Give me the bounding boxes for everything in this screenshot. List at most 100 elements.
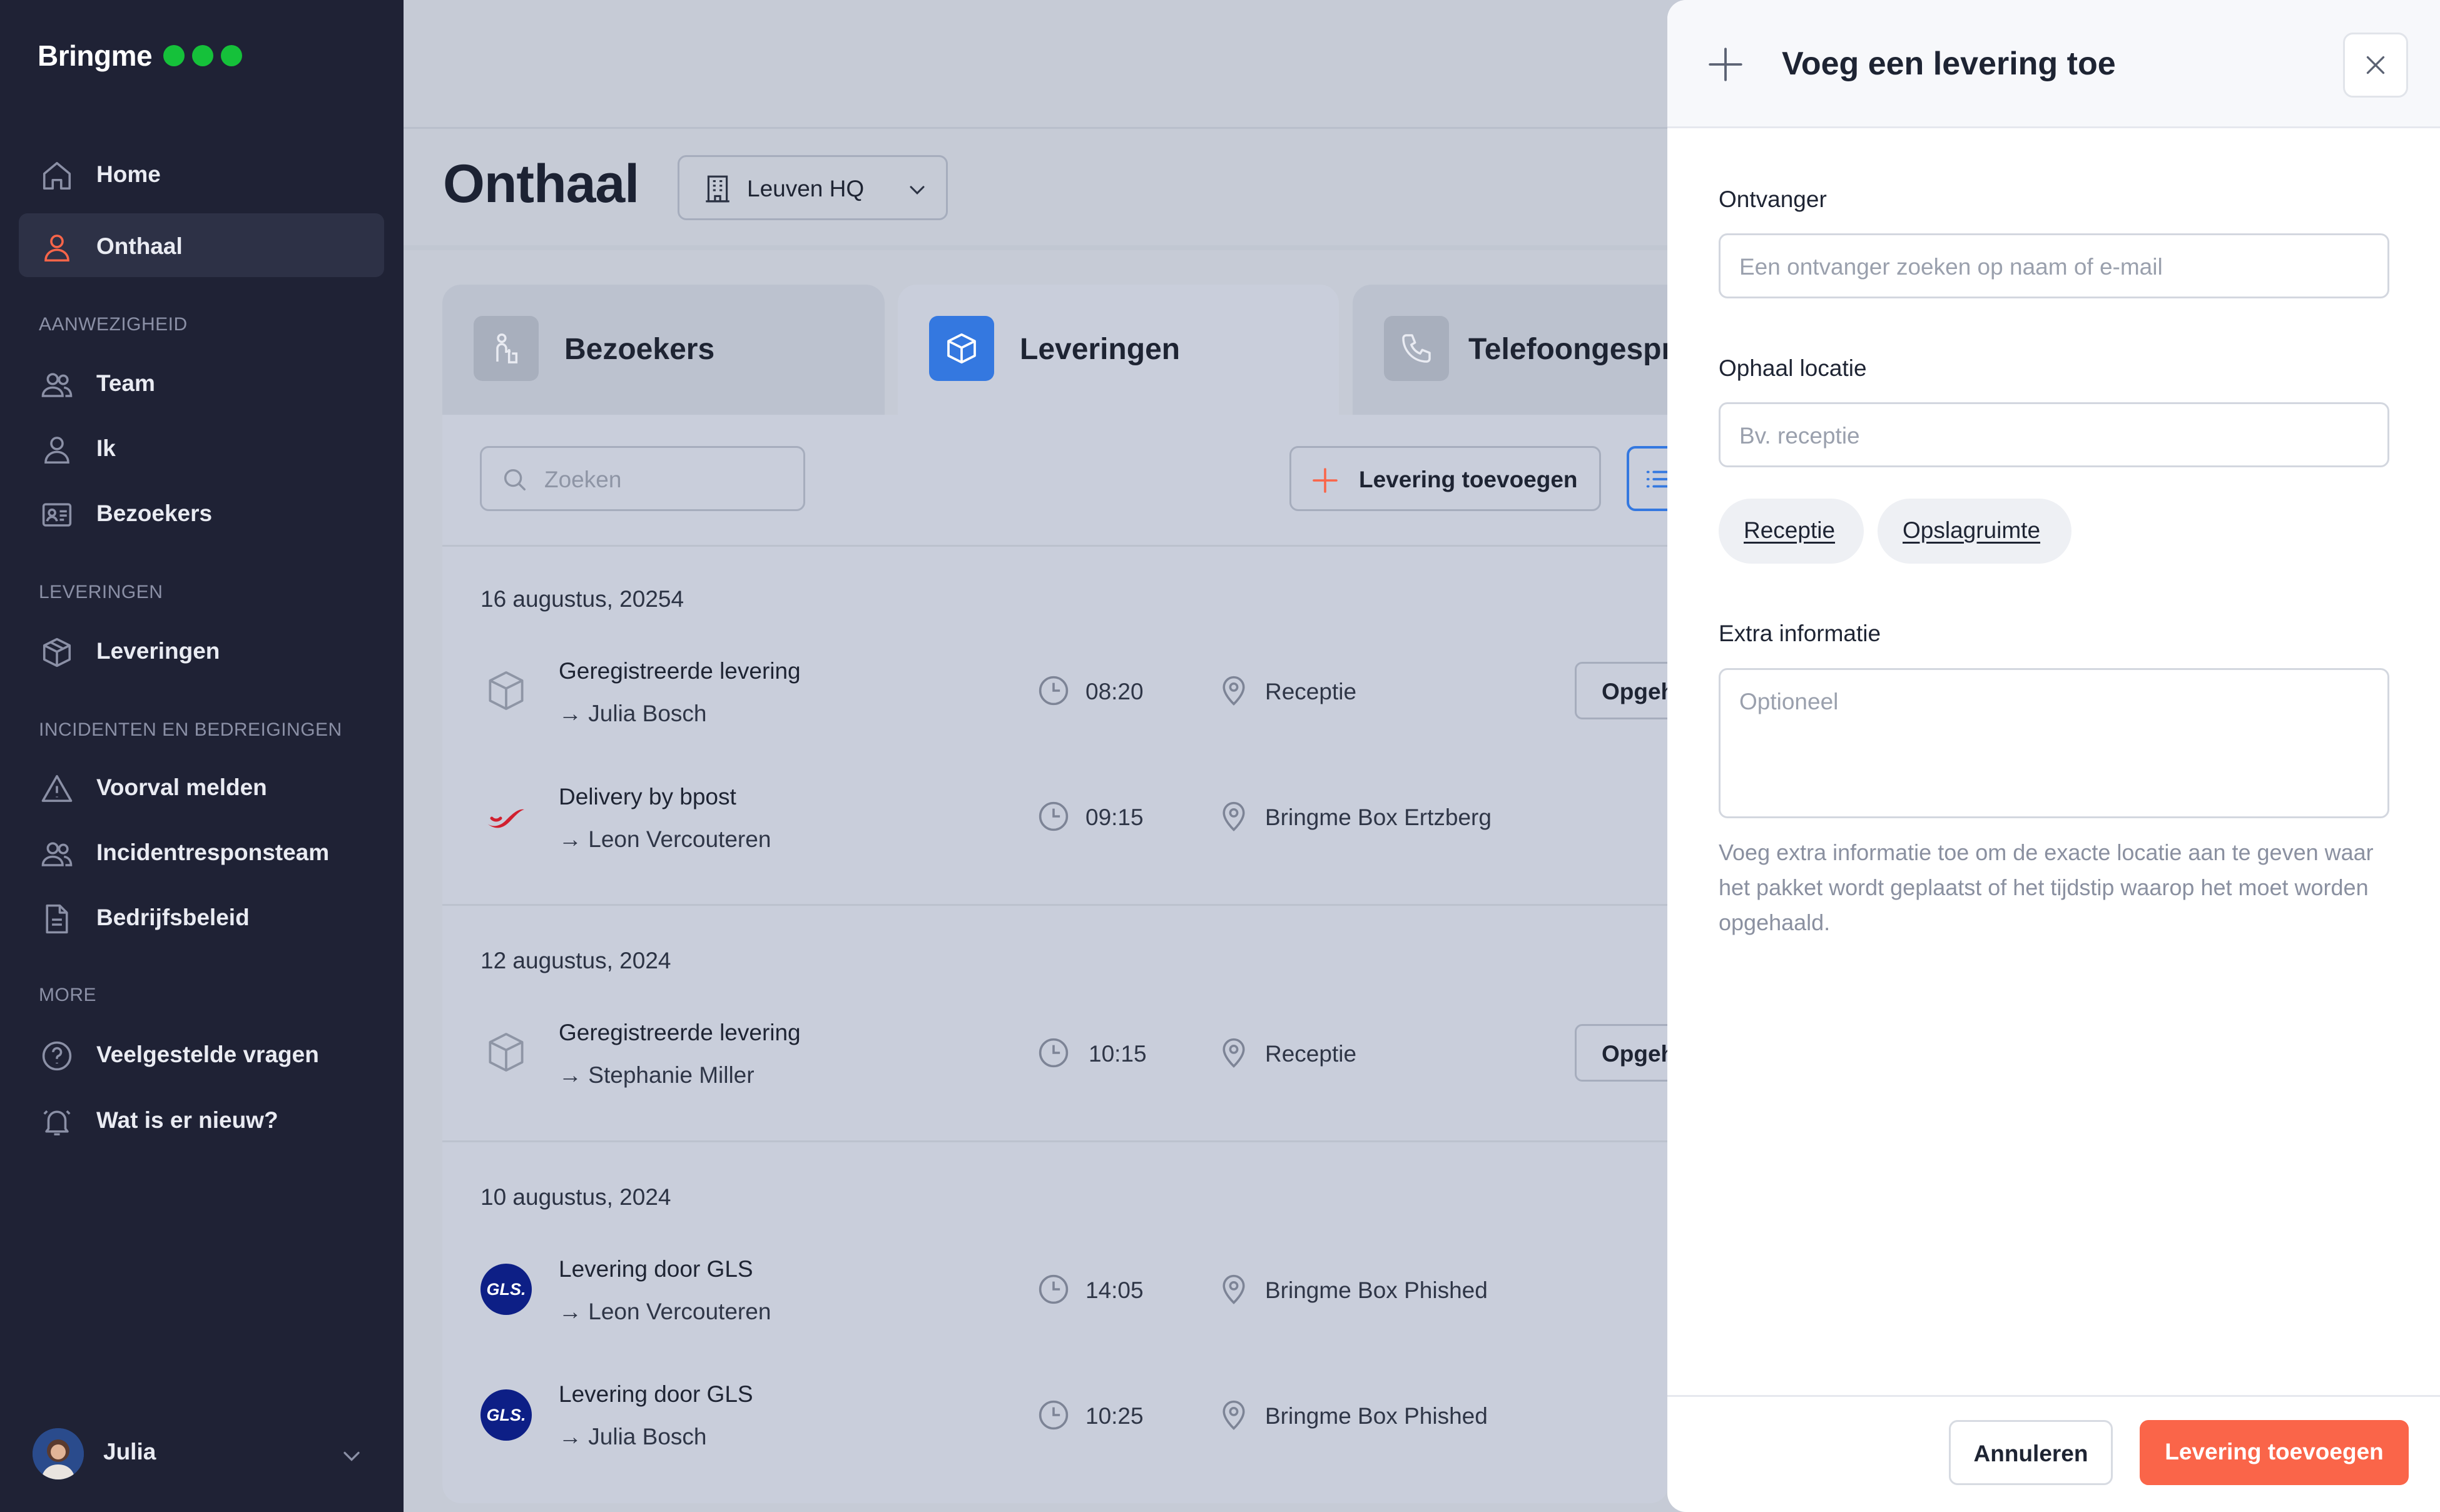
drawer-title: Voeg een levering toe (1782, 46, 2116, 82)
content-band (404, 245, 1667, 250)
visitor-icon (474, 316, 539, 381)
tab-leveringen[interactable]: Leveringen (898, 285, 1339, 415)
tab-bezoekers[interactable]: Bezoekers (442, 285, 885, 415)
sidebar-item-voorval-melden[interactable]: Voorval melden (19, 754, 384, 818)
sidebar-item-home[interactable]: Home (19, 141, 384, 205)
package-icon (480, 1027, 532, 1078)
location-pin-icon (1217, 674, 1251, 708)
sidebar-item-faq[interactable]: Veelgestelde vragen (19, 1022, 384, 1085)
gls-logo-icon: GLS. (480, 1264, 532, 1315)
delivery-time: 09:15 (1085, 804, 1144, 830)
sidebar-item-bezoekers[interactable]: Bezoekers (19, 480, 384, 544)
search-icon (501, 465, 529, 494)
id-card-icon (40, 498, 74, 532)
extra-info-label: Extra informatie (1719, 621, 1881, 646)
extra-info-textarea[interactable]: Optioneel (1719, 668, 2389, 818)
extra-info-placeholder: Optioneel (1739, 689, 1839, 714)
sidebar-item-label: Team (96, 370, 155, 396)
plus-icon (1310, 465, 1340, 495)
tab-label: Bezoekers (564, 333, 715, 366)
delivery-recipient: → Leon Vercouteren (559, 826, 771, 852)
delivery-title: Levering door GLS (559, 1256, 753, 1282)
add-delivery-drawer: Voeg een levering toe Ontvanger Een ontv… (1667, 0, 2440, 1512)
sidebar-item-team[interactable]: Team (19, 350, 384, 414)
add-delivery-button[interactable]: Levering toevoegen (1289, 446, 1601, 511)
submit-delivery-button[interactable]: Levering toevoegen (2140, 1420, 2409, 1485)
extra-info-help: Voeg extra informatie toe om de exacte l… (1719, 840, 2374, 935)
tab-label: Telefoongespr (1468, 333, 1667, 366)
search-placeholder: Zoeken (544, 467, 622, 492)
sidebar-section-title: MORE (39, 985, 96, 1005)
sidebar-section-title: INCIDENTEN EN BEDREIGINGEN (39, 719, 342, 740)
tab-telefoongesprekken[interactable]: Telefoongespr (1353, 285, 1667, 415)
close-icon (2360, 49, 2391, 81)
warning-icon (40, 772, 74, 806)
sidebar-item-label: Onthaal (96, 233, 183, 259)
delivery-location: Bringme Box Phished (1265, 1277, 1488, 1303)
chip-receptie[interactable]: Receptie (1719, 499, 1864, 564)
pickup-location-input[interactable]: Bv. receptie (1719, 402, 2389, 467)
delivery-recipient: → Stephanie Miller (559, 1062, 755, 1088)
search-input[interactable]: Zoeken (480, 446, 805, 511)
sidebar-item-onthaal[interactable]: Onthaal (19, 213, 384, 277)
document-icon (40, 902, 74, 936)
delivery-time: 08:20 (1085, 679, 1144, 704)
chevron-down-icon (905, 177, 930, 202)
delivery-recipient: → Leon Vercouteren (559, 1299, 771, 1324)
delivery-time: 10:25 (1085, 1403, 1144, 1429)
clock-icon (1037, 1272, 1070, 1306)
status-dot (192, 45, 213, 66)
gls-logo-text: GLS. (486, 1280, 526, 1299)
delivery-time: 14:05 (1085, 1277, 1144, 1303)
sidebar-item-whats-new[interactable]: Wat is er nieuw? (19, 1087, 384, 1151)
delivery-time: 10:15 (1089, 1041, 1147, 1067)
recipient-placeholder: Een ontvanger zoeken op naam of e-mail (1739, 254, 2163, 280)
recipient-input[interactable]: Een ontvanger zoeken op naam of e-mail (1719, 233, 2389, 298)
date-heading: 10 augustus, 2024 (480, 1184, 671, 1210)
sidebar-item-label: Home (96, 161, 161, 187)
date-heading: 12 augustus, 2024 (480, 948, 671, 973)
sidebar-item-label: Voorval melden (96, 774, 267, 800)
sidebar-item-incidentresponsteam[interactable]: Incidentresponsteam (19, 819, 384, 883)
delivery-location: Receptie (1265, 679, 1357, 704)
status-dot (221, 45, 242, 66)
location-pin-icon (1217, 799, 1251, 833)
group-divider (442, 1140, 1669, 1142)
sidebar: Bringme Home Onthaal AANWEZIGHEID Team I… (0, 0, 404, 1512)
sidebar-item-ik[interactable]: Ik (19, 415, 384, 479)
pickup-location-placeholder: Bv. receptie (1739, 423, 1860, 449)
location-pin-icon (1217, 1272, 1251, 1306)
close-button[interactable] (2343, 33, 2408, 98)
avatar[interactable] (33, 1428, 84, 1479)
package-icon (40, 636, 74, 669)
gls-logo-text: GLS. (486, 1406, 526, 1424)
tab-label: Leveringen (1020, 333, 1181, 366)
delivery-title: Geregistreerde levering (559, 658, 801, 684)
drawer-footer-divider (1667, 1395, 2440, 1397)
top-header (404, 0, 1667, 128)
page-title: Onthaal (443, 154, 639, 214)
sidebar-item-leveringen[interactable]: Leveringen (19, 618, 384, 682)
clock-icon (1037, 674, 1070, 708)
sidebar-item-label: Ik (96, 435, 116, 461)
delivery-title: Geregistreerde levering (559, 1020, 801, 1045)
sidebar-item-bedrijfsbeleid[interactable]: Bedrijfsbeleid (19, 885, 384, 948)
clock-icon (1037, 799, 1070, 833)
chevron-down-icon[interactable] (338, 1442, 365, 1469)
cancel-button[interactable]: Annuleren (1949, 1420, 2113, 1485)
user-name[interactable]: Julia (103, 1439, 156, 1465)
group-divider (442, 904, 1669, 906)
submit-label: Levering toevoegen (2165, 1439, 2384, 1464)
gls-logo-icon: GLS. (480, 1389, 532, 1441)
bpost-logo-icon (480, 791, 532, 842)
users-icon (40, 368, 74, 402)
location-pin-icon (1217, 1036, 1251, 1070)
date-heading: 16 augustus, 20254 (480, 586, 684, 612)
recipient-label: Ontvanger (1719, 186, 1827, 212)
delivery-title: Levering door GLS (559, 1381, 753, 1407)
add-delivery-label: Levering toevoegen (1359, 467, 1578, 492)
chip-opslagruimte[interactable]: Opslagruimte (1878, 499, 2071, 564)
location-select-value: Leuven HQ (747, 176, 865, 201)
help-icon (40, 1039, 74, 1073)
location-select[interactable]: Leuven HQ (678, 155, 948, 220)
